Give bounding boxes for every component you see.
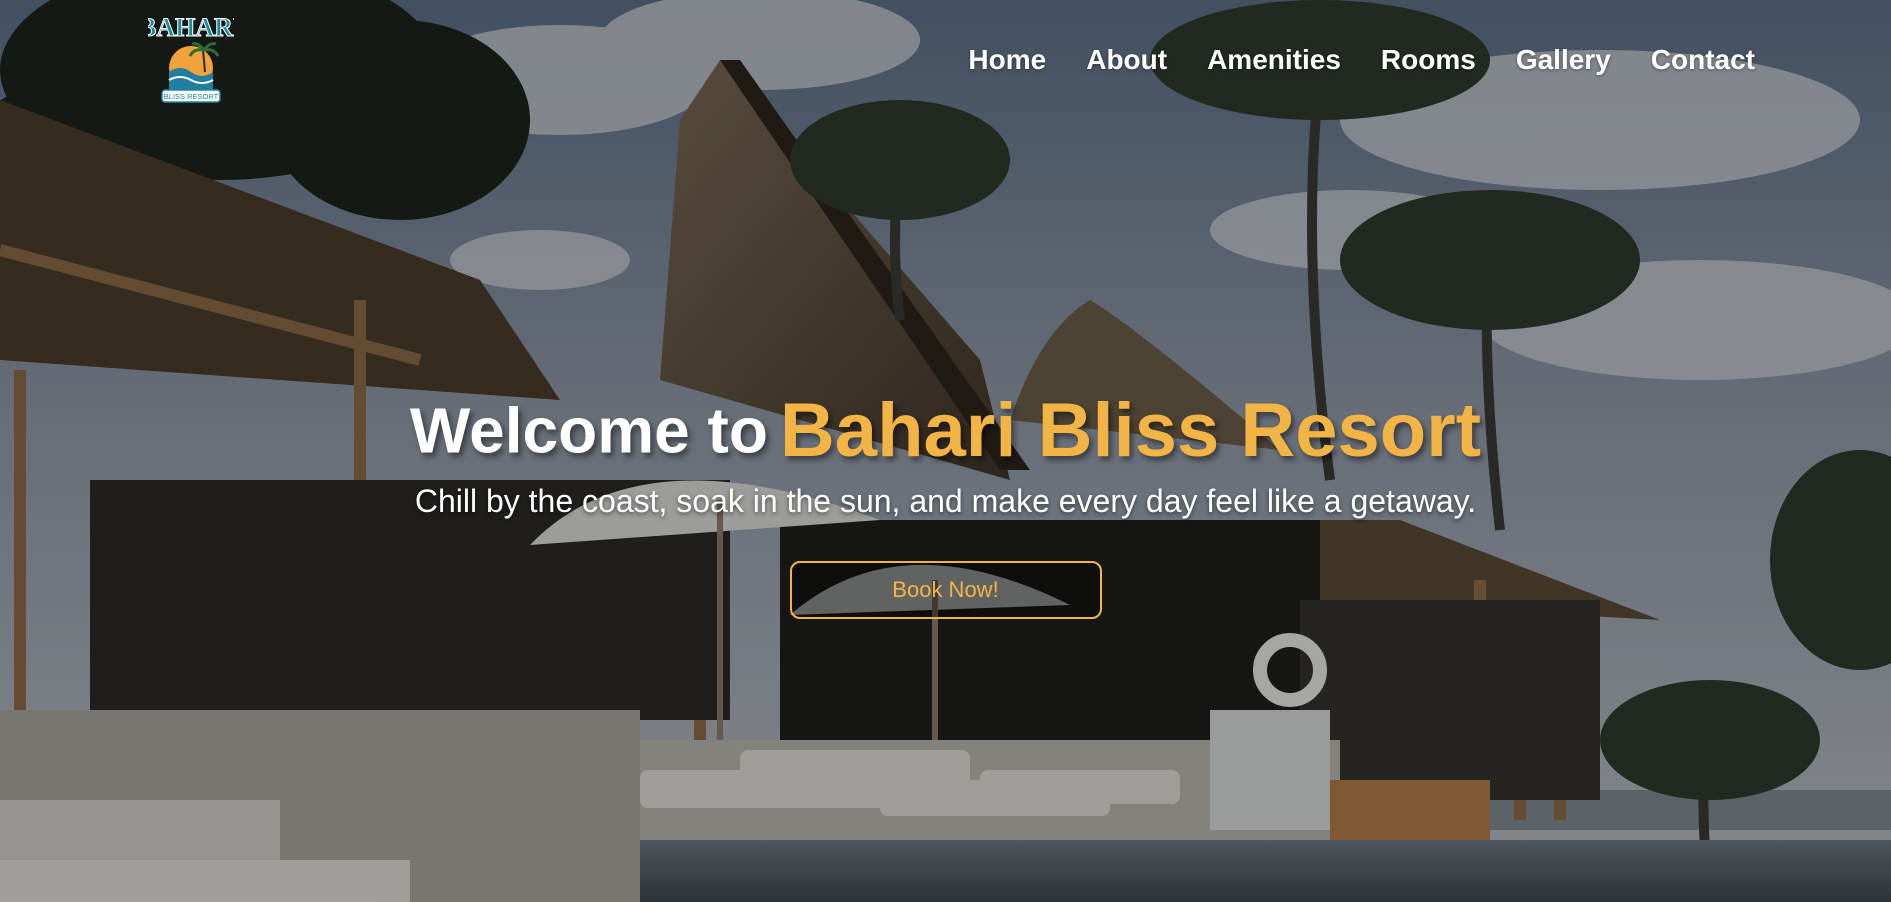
nav-gallery[interactable]: Gallery xyxy=(1516,40,1611,80)
bahari-bliss-logo-icon[interactable]: BAHARI BLISS RESORT xyxy=(148,10,234,104)
headline-resort-name: Bahari Bliss Resort xyxy=(779,387,1482,473)
svg-text:BAHARI: BAHARI xyxy=(148,13,234,42)
book-now-button[interactable]: Book Now! xyxy=(789,560,1102,619)
nav-amenities[interactable]: Amenities xyxy=(1207,40,1341,80)
nav-about[interactable]: About xyxy=(1086,40,1167,80)
nav-contact[interactable]: Contact xyxy=(1651,40,1755,80)
main-nav: Home About Amenities Rooms Gallery Conta… xyxy=(928,40,1755,80)
headline-prefix: Welcome to xyxy=(409,394,768,467)
hero-tagline: Chill by the coast, soak in the sun, and… xyxy=(414,482,1477,519)
hero-section: BAHARI BLISS RESORT Home About Amenities… xyxy=(0,0,1891,902)
hero-headline: Welcome to Bahari Bliss Resort xyxy=(0,388,1891,471)
nav-rooms[interactable]: Rooms xyxy=(1381,40,1476,80)
svg-text:BLISS RESORT: BLISS RESORT xyxy=(164,92,219,101)
nav-home[interactable]: Home xyxy=(968,40,1046,80)
hero-content: Welcome to Bahari Bliss Resort Chill by t… xyxy=(0,388,1891,619)
